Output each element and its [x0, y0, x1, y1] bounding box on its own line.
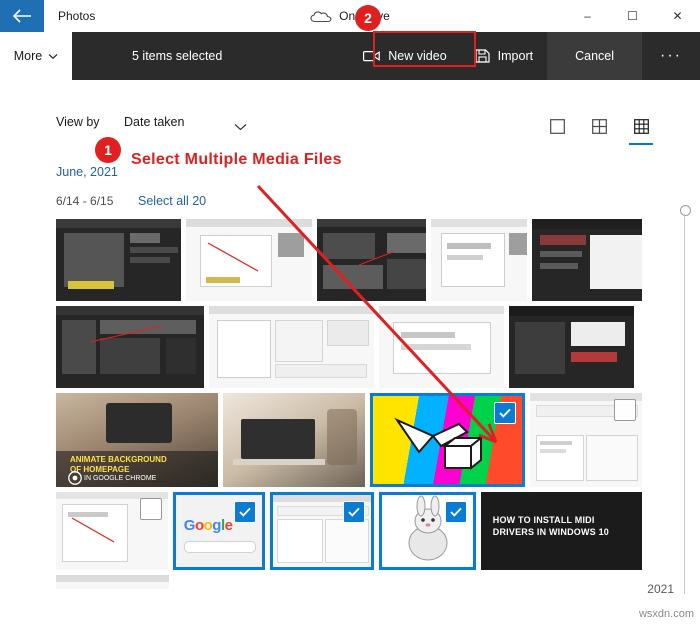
thumbnail-light-doc [56, 575, 169, 589]
photo-tile[interactable] [56, 492, 168, 570]
thumbnail-light-doc [379, 306, 504, 388]
pencil-doodle-icon [394, 417, 485, 471]
tile-checkbox-checked[interactable] [233, 501, 256, 523]
photo-tile[interactable] [56, 306, 204, 388]
thumbnail-light-doc [186, 219, 312, 301]
cancel-button[interactable]: Cancel [547, 32, 643, 80]
annotation-highlight-rect [373, 31, 476, 67]
back-button[interactable] [0, 0, 44, 32]
layout-options [542, 111, 656, 145]
photo-grid: ANIMATE BACKGROUND OF HOMEPAGE IN GOOGLE … [56, 219, 643, 594]
thumbnail-light-doc [209, 306, 374, 388]
close-button[interactable]: ✕ [655, 0, 700, 32]
cancel-label: Cancel [575, 49, 615, 63]
thumbnail-caption: HOW TO INSTALL MIDI DRIVERS IN WINDOWS 1… [492, 515, 609, 537]
tile-checkbox-checked[interactable] [493, 402, 516, 424]
layout-small-glyph [633, 118, 649, 134]
photo-tile[interactable]: HOW TO INSTALL MIDI DRIVERS IN WINDOWS 1… [480, 492, 642, 570]
check-icon [498, 408, 511, 418]
grid-row [56, 219, 642, 301]
chrome-icon [68, 471, 82, 485]
photo-tile[interactable] [509, 306, 634, 388]
photo-tile[interactable] [316, 219, 427, 301]
minimize-button[interactable]: – [565, 0, 610, 32]
tile-checkbox-empty[interactable] [614, 399, 637, 421]
scroll-thumb[interactable] [680, 205, 691, 216]
photo-tile[interactable]: Google [172, 492, 265, 570]
annotation-badge-1: 1 [95, 137, 121, 163]
thumbnail-dark-code [56, 306, 204, 388]
tile-checkbox-checked[interactable] [444, 501, 467, 523]
tile-checkbox-empty[interactable] [139, 498, 162, 520]
view-by-chevron[interactable] [234, 118, 247, 136]
layout-medium-icon[interactable] [584, 111, 614, 141]
photo-tile[interactable] [56, 575, 169, 589]
photo-tile[interactable] [223, 393, 366, 487]
thumbnail-desk-chrome: ANIMATE BACKGROUND OF HOMEPAGE IN GOOGLE … [56, 393, 219, 487]
grid-row-partial [56, 575, 642, 589]
year-label: 2021 [647, 582, 674, 596]
app-title: Photos [58, 9, 96, 23]
tile-checkbox-checked[interactable] [342, 501, 365, 523]
layout-large-glyph [549, 118, 565, 134]
import-icon [475, 49, 490, 63]
photo-tile[interactable] [186, 219, 312, 301]
title-bar: Photos OneDrive – ☐ ✕ [0, 0, 700, 33]
maximize-button[interactable]: ☐ [610, 0, 655, 32]
photo-tile[interactable] [269, 492, 374, 570]
thumbnail-dark-code [56, 219, 182, 301]
photos-app-window: Photos OneDrive – ☐ ✕ More 5 items selec… [0, 0, 700, 624]
grid-row: Google HOW TO INSTALL MIDI DRIVERS IN WI… [56, 492, 642, 570]
scroll-track[interactable] [684, 214, 685, 594]
thumbnail-dark-doc [509, 306, 634, 388]
back-arrow-icon [12, 9, 31, 23]
overflow-menu-button[interactable]: ··· [642, 32, 700, 80]
command-bar: More 5 items selected New video Import C… [0, 32, 700, 80]
selection-count: 5 items selected [132, 49, 223, 63]
photo-tile[interactable] [532, 219, 642, 301]
chevron-down-icon [48, 53, 58, 59]
photo-tile[interactable]: ANIMATE BACKGROUND OF HOMEPAGE IN GOOGLE … [56, 393, 219, 487]
scrollbar[interactable] [676, 205, 692, 605]
onedrive-cloud-icon [310, 11, 332, 23]
month-header[interactable]: June, 2021 [56, 165, 118, 179]
thumbnail-laptop [223, 393, 366, 487]
check-icon [450, 507, 462, 517]
thumbnail-midi-text: HOW TO INSTALL MIDI DRIVERS IN WINDOWS 1… [480, 492, 642, 570]
thumbnail-dark-code [316, 219, 427, 301]
photo-tile[interactable] [431, 219, 528, 301]
photo-tile[interactable] [370, 393, 525, 487]
date-range-label: 6/14 - 6/15 [56, 194, 114, 208]
view-by-label: View by [56, 115, 100, 129]
photo-tile[interactable] [379, 306, 504, 388]
layout-large-icon[interactable] [542, 111, 572, 141]
window-controls: – ☐ ✕ [565, 0, 700, 32]
check-icon [239, 507, 251, 517]
grid-row [56, 306, 642, 388]
chevron-down-icon [234, 124, 247, 131]
layout-medium-glyph [591, 118, 607, 134]
grid-row: ANIMATE BACKGROUND OF HOMEPAGE IN GOOGLE … [56, 393, 643, 487]
photo-tile[interactable] [56, 219, 182, 301]
more-button[interactable]: More [0, 32, 72, 80]
layout-small-icon[interactable] [626, 111, 656, 145]
photo-tile[interactable] [209, 306, 374, 388]
annotation-callout-text: Select Multiple Media Files [131, 151, 342, 168]
watermark: wsxdn.com [638, 608, 694, 620]
import-label: Import [497, 49, 534, 63]
view-by-dropdown[interactable]: Date taken [124, 115, 184, 129]
annotation-badge-2: 2 [355, 5, 381, 31]
thumbnail-dark-doc [532, 219, 642, 301]
photo-tile[interactable] [378, 492, 476, 570]
photo-tile[interactable] [529, 393, 643, 487]
thumbnail-light-doc [431, 219, 528, 301]
more-label: More [13, 49, 43, 63]
check-icon [348, 507, 360, 517]
select-all-link[interactable]: Select all 20 [138, 194, 206, 208]
